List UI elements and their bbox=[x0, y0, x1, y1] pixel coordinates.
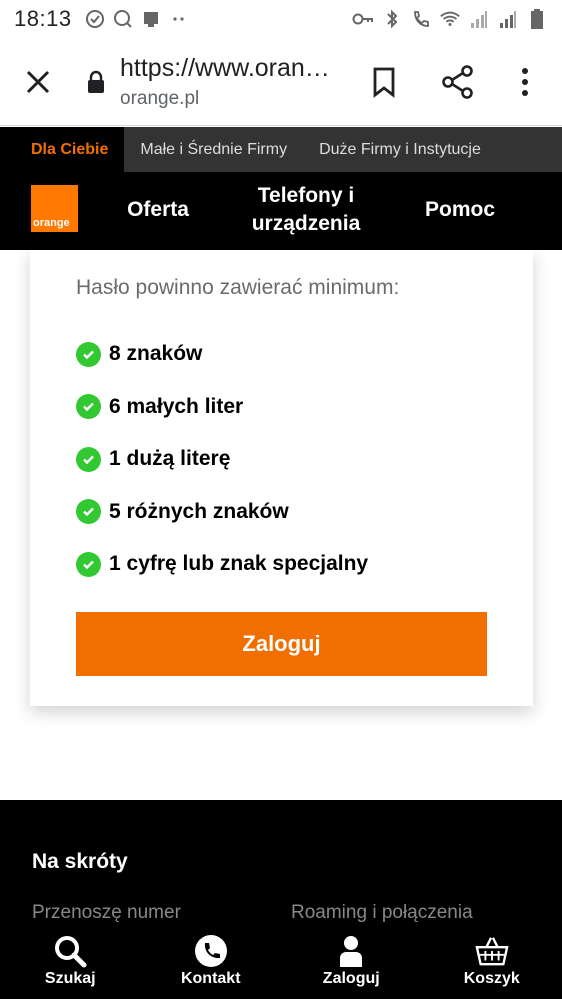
nav-telefony[interactable]: Telefony i urządzenia bbox=[236, 182, 376, 238]
check-icon bbox=[76, 446, 101, 472]
bottom-nav-bar: Szukaj Kontakt Zaloguj Koszyk bbox=[0, 928, 562, 999]
bottom-nav-label: Szukaj bbox=[44, 970, 96, 987]
bottom-nav-login[interactable]: Zaloguj bbox=[281, 928, 422, 999]
user-icon bbox=[334, 934, 368, 968]
status-bar: 18:13 bbox=[0, 0, 562, 38]
check-icon bbox=[76, 341, 101, 367]
wifi-call-icon bbox=[410, 8, 432, 30]
tab-dla-ciebie[interactable]: Dla Ciebie bbox=[0, 127, 125, 172]
url-domain[interactable]: orange.pl bbox=[120, 88, 199, 110]
footer-link-roaming[interactable]: Roaming i połączenia bbox=[291, 902, 473, 924]
signal-icon bbox=[497, 8, 519, 30]
check-icon bbox=[76, 394, 101, 420]
bottom-nav-label: Koszyk bbox=[463, 970, 520, 987]
image-icon bbox=[140, 8, 162, 30]
url-text[interactable]: https://www.oran… bbox=[120, 54, 335, 83]
lock-icon[interactable] bbox=[86, 70, 106, 94]
bluetooth-icon bbox=[381, 8, 403, 30]
requirement-text: 1 cyfrę lub znak specjalny bbox=[109, 552, 369, 576]
check-circle-icon bbox=[84, 8, 106, 30]
requirements-list: 8 znaków 6 małych liter 1 dużą literę 5 … bbox=[76, 328, 368, 591]
bottom-nav-contact[interactable]: Kontakt bbox=[141, 928, 282, 999]
bottom-nav-label: Kontakt bbox=[180, 970, 241, 987]
logo-text: orange bbox=[33, 217, 70, 229]
requirement-item: 8 znaków bbox=[76, 328, 368, 381]
requirement-item: 6 małych liter bbox=[76, 381, 368, 434]
overflow-menu-icon[interactable] bbox=[515, 64, 535, 100]
bottom-nav-label: Zaloguj bbox=[322, 970, 380, 987]
search-icon bbox=[53, 934, 87, 968]
browser-url-bar: https://www.oran… orange.pl bbox=[0, 38, 562, 126]
check-icon bbox=[76, 499, 101, 525]
bookmark-icon[interactable] bbox=[370, 66, 398, 98]
footer-link-przenosze-numer[interactable]: Przenoszę numer bbox=[32, 902, 181, 924]
requirement-text: 8 znaków bbox=[109, 342, 203, 366]
requirement-item: 1 cyfrę lub znak specjalny bbox=[76, 538, 368, 591]
orange-logo[interactable]: orange bbox=[31, 185, 78, 232]
battery-icon bbox=[526, 8, 548, 30]
nav-pomoc[interactable]: Pomoc bbox=[410, 196, 510, 224]
bottom-nav-basket[interactable]: Koszyk bbox=[422, 928, 562, 999]
password-requirements-card: Hasło powinno zawierać minimum: 8 znaków… bbox=[30, 250, 533, 706]
phone-icon bbox=[194, 934, 228, 968]
bottom-nav-search[interactable]: Szukaj bbox=[0, 928, 141, 999]
signal-icon bbox=[468, 8, 490, 30]
requirement-text: 5 różnych znaków bbox=[109, 499, 289, 523]
requirement-text: 6 małych liter bbox=[109, 394, 244, 418]
more-dots-icon bbox=[168, 8, 190, 30]
segment-tabs: Dla Ciebie Małe i Średnie Firmy Duże Fir… bbox=[0, 127, 562, 172]
footer-heading: Na skróty bbox=[32, 850, 128, 873]
key-icon bbox=[352, 8, 374, 30]
requirement-item: 5 różnych znaków bbox=[76, 486, 368, 539]
tab-duze-firmy[interactable]: Duże Firmy i Instytucje bbox=[303, 127, 497, 172]
basket-icon bbox=[475, 934, 509, 968]
close-icon[interactable] bbox=[22, 66, 54, 98]
requirements-title: Hasło powinno zawierać minimum: bbox=[76, 276, 400, 299]
check-icon bbox=[76, 551, 101, 577]
status-time: 18:13 bbox=[14, 6, 72, 31]
requirement-text: 1 dużą literę bbox=[109, 447, 231, 471]
requirement-item: 1 dużą literę bbox=[76, 433, 368, 486]
share-icon[interactable] bbox=[440, 64, 476, 100]
main-nav: orange Oferta Telefony i urządzenia Pomo… bbox=[0, 172, 562, 250]
wifi-icon bbox=[439, 8, 461, 30]
login-button[interactable]: Zaloguj bbox=[76, 612, 487, 676]
tab-male-srednie-firmy[interactable]: Małe i Średnie Firmy bbox=[124, 127, 303, 172]
search-badge-icon bbox=[112, 8, 134, 30]
nav-oferta[interactable]: Oferta bbox=[112, 196, 204, 224]
